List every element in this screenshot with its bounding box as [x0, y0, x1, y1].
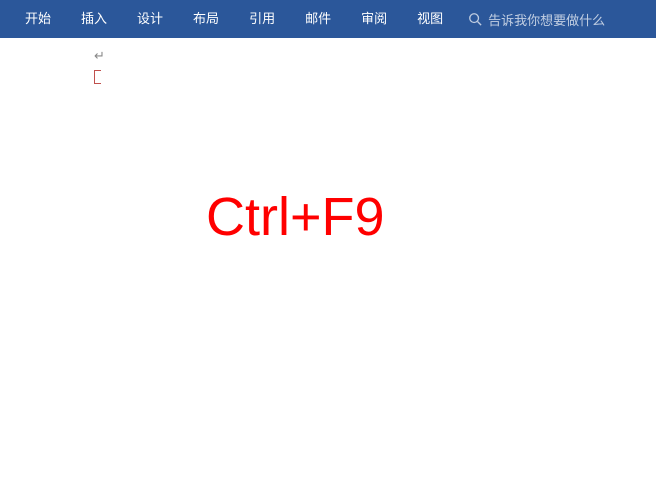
paragraph-mark: ↵: [94, 48, 105, 64]
tell-me-search[interactable]: 告诉我你想要做什么: [468, 10, 605, 29]
tab-insert[interactable]: 插入: [66, 0, 122, 38]
document-area[interactable]: ↵ Ctrl+F9: [0, 38, 656, 501]
tell-me-placeholder: 告诉我你想要做什么: [488, 10, 605, 29]
tab-mailings[interactable]: 邮件: [290, 0, 346, 38]
ribbon-tabs: 开始 插入 设计 布局 引用 邮件 审阅 视图 告诉我你想要做什么: [0, 0, 656, 38]
overlay-shortcut-text: Ctrl+F9: [206, 186, 385, 248]
tab-layout[interactable]: 布局: [178, 0, 234, 38]
search-icon: [468, 12, 482, 26]
tab-references[interactable]: 引用: [234, 0, 290, 38]
tab-view[interactable]: 视图: [402, 0, 458, 38]
text-cursor: [94, 70, 102, 84]
tab-home[interactable]: 开始: [10, 0, 66, 38]
tab-design[interactable]: 设计: [122, 0, 178, 38]
tab-review[interactable]: 审阅: [346, 0, 402, 38]
